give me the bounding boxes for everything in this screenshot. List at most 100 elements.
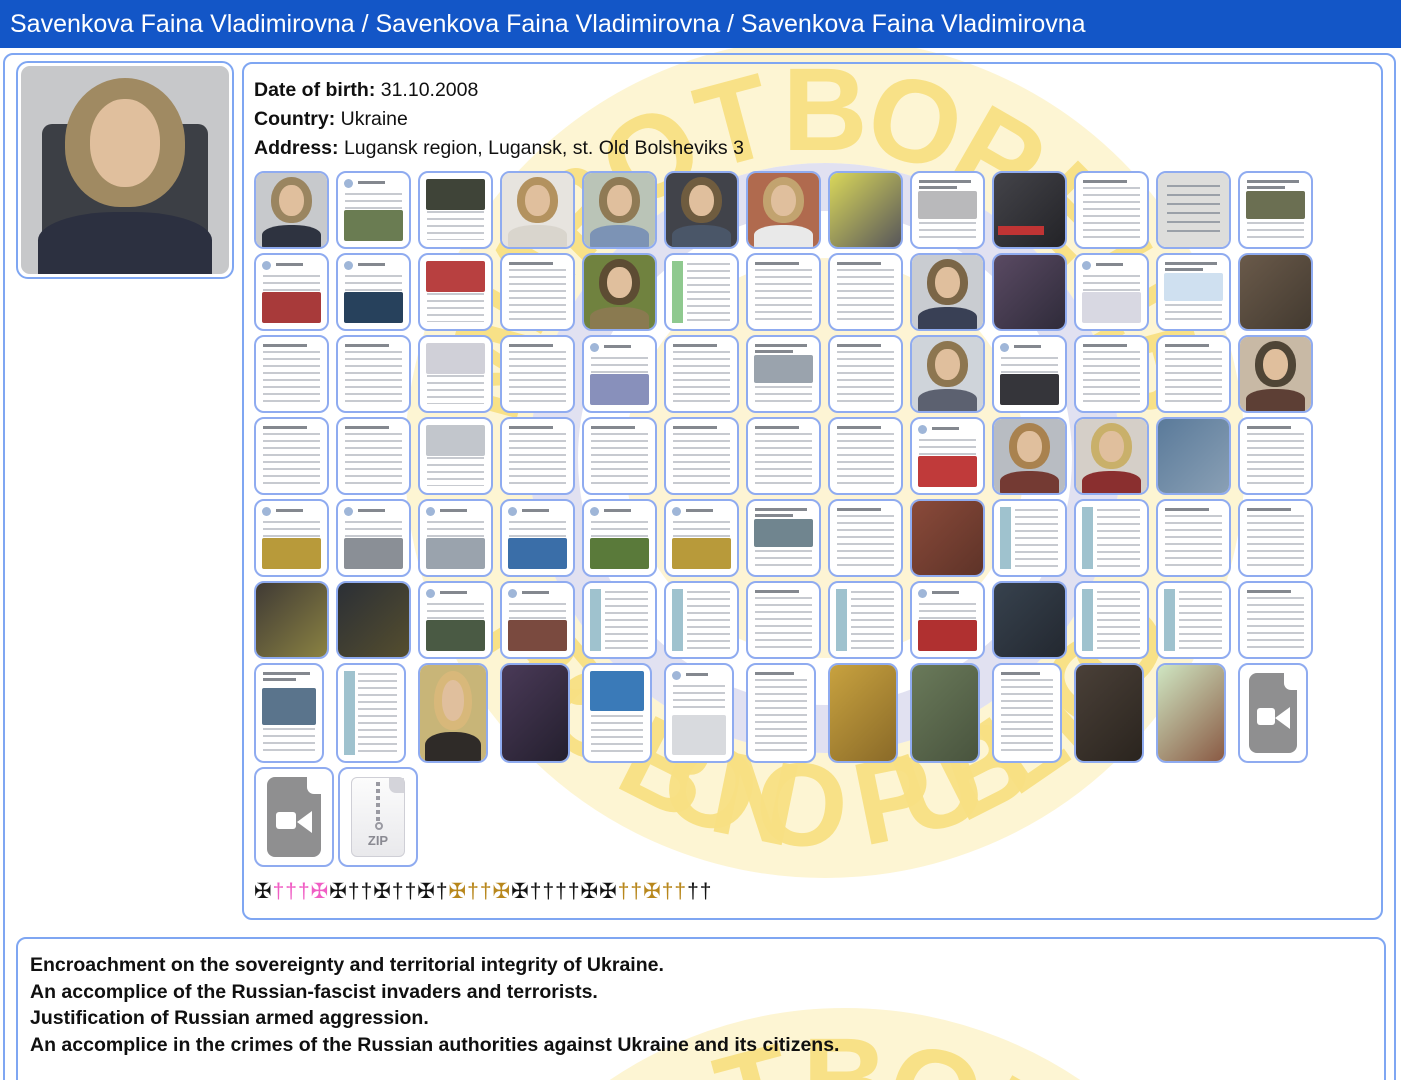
profile-photo[interactable] bbox=[16, 61, 234, 279]
evidence-thumbnail[interactable] bbox=[828, 253, 903, 331]
evidence-thumbnail[interactable] bbox=[1074, 581, 1149, 659]
evidence-thumbnail[interactable] bbox=[664, 417, 739, 495]
evidence-thumbnail[interactable] bbox=[1238, 171, 1313, 249]
evidence-thumbnail[interactable] bbox=[1156, 171, 1231, 249]
evidence-thumbnail[interactable] bbox=[1238, 253, 1313, 331]
evidence-thumbnail[interactable] bbox=[500, 663, 570, 763]
evidence-thumbnail[interactable] bbox=[992, 171, 1067, 249]
evidence-thumbnail[interactable] bbox=[910, 499, 985, 577]
evidence-thumbnail[interactable] bbox=[1156, 253, 1231, 331]
evidence-thumbnail[interactable] bbox=[1238, 335, 1313, 413]
evidence-thumbnail[interactable] bbox=[254, 417, 329, 495]
evidence-thumbnail[interactable] bbox=[992, 335, 1067, 413]
evidence-thumbnail[interactable] bbox=[582, 335, 657, 413]
evidence-thumbnail[interactable] bbox=[992, 663, 1062, 763]
evidence-thumbnail[interactable] bbox=[418, 171, 493, 249]
evidence-thumbnail[interactable] bbox=[828, 171, 903, 249]
evidence-thumbnail[interactable] bbox=[1238, 581, 1313, 659]
evidence-thumbnail[interactable] bbox=[500, 417, 575, 495]
dagger-symbol: † bbox=[630, 880, 643, 903]
evidence-thumbnail[interactable] bbox=[254, 171, 329, 249]
evidence-thumbnail[interactable] bbox=[992, 499, 1067, 577]
evidence-thumbnail[interactable] bbox=[828, 581, 903, 659]
evidence-thumbnail[interactable] bbox=[664, 581, 739, 659]
evidence-thumbnail[interactable] bbox=[664, 499, 739, 577]
video-file-thumbnail[interactable] bbox=[254, 767, 334, 867]
evidence-thumbnail[interactable] bbox=[910, 663, 980, 763]
evidence-thumbnail[interactable] bbox=[336, 417, 411, 495]
evidence-thumbnail[interactable] bbox=[1156, 581, 1231, 659]
evidence-thumbnail[interactable] bbox=[418, 335, 493, 413]
evidence-thumbnail[interactable] bbox=[500, 581, 575, 659]
evidence-thumbnail[interactable] bbox=[582, 417, 657, 495]
evidence-thumbnail[interactable] bbox=[828, 663, 898, 763]
evidence-thumbnail[interactable] bbox=[1156, 417, 1231, 495]
evidence-thumbnail[interactable] bbox=[1074, 499, 1149, 577]
evidence-thumbnail[interactable] bbox=[1074, 335, 1149, 413]
evidence-thumbnail[interactable] bbox=[500, 253, 575, 331]
evidence-thumbnail[interactable] bbox=[828, 417, 903, 495]
evidence-thumbnail[interactable] bbox=[1238, 499, 1313, 577]
evidence-thumbnail[interactable] bbox=[1156, 499, 1231, 577]
evidence-thumbnail[interactable] bbox=[500, 499, 575, 577]
evidence-thumbnail[interactable] bbox=[746, 663, 816, 763]
evidence-thumbnail[interactable] bbox=[664, 171, 739, 249]
evidence-thumbnail[interactable] bbox=[336, 171, 411, 249]
evidence-thumbnail[interactable] bbox=[336, 335, 411, 413]
evidence-thumbnail[interactable] bbox=[336, 663, 406, 763]
evidence-thumbnail[interactable] bbox=[254, 581, 329, 659]
evidence-thumbnail[interactable] bbox=[664, 335, 739, 413]
evidence-thumbnail[interactable] bbox=[418, 499, 493, 577]
evidence-thumbnail[interactable] bbox=[992, 581, 1067, 659]
evidence-thumbnail[interactable] bbox=[992, 417, 1067, 495]
dagger-symbol: † bbox=[273, 880, 286, 903]
evidence-thumbnail[interactable] bbox=[336, 581, 411, 659]
evidence-thumbnail[interactable] bbox=[582, 171, 657, 249]
evidence-thumbnail[interactable] bbox=[336, 499, 411, 577]
evidence-thumbnail[interactable] bbox=[1074, 253, 1149, 331]
evidence-thumbnail[interactable] bbox=[664, 253, 739, 331]
evidence-thumbnail[interactable] bbox=[1074, 417, 1149, 495]
evidence-thumbnail[interactable] bbox=[992, 253, 1067, 331]
evidence-thumbnail[interactable] bbox=[418, 417, 493, 495]
evidence-thumbnail[interactable] bbox=[746, 335, 821, 413]
evidence-thumbnail[interactable] bbox=[910, 417, 985, 495]
field-label: Date of birth: bbox=[254, 79, 375, 101]
evidence-thumbnail[interactable] bbox=[582, 581, 657, 659]
evidence-thumbnail[interactable] bbox=[746, 253, 821, 331]
evidence-thumbnail[interactable] bbox=[254, 253, 329, 331]
zip-file-thumbnail[interactable]: ZIP bbox=[338, 767, 418, 867]
evidence-thumbnail[interactable] bbox=[1238, 417, 1313, 495]
evidence-thumbnail[interactable] bbox=[910, 335, 985, 413]
profile-field: Country: Ukraine bbox=[254, 105, 1371, 134]
evidence-thumbnail[interactable] bbox=[254, 663, 324, 763]
evidence-thumbnail[interactable] bbox=[746, 581, 821, 659]
evidence-thumbnail[interactable] bbox=[418, 663, 488, 763]
evidence-thumbnail[interactable] bbox=[500, 171, 575, 249]
evidence-thumbnail[interactable] bbox=[336, 253, 411, 331]
video-file-thumbnail[interactable] bbox=[1238, 663, 1308, 763]
maltese-cross-symbol: ✠ bbox=[417, 880, 436, 903]
evidence-thumbnail[interactable] bbox=[910, 581, 985, 659]
evidence-thumbnail[interactable] bbox=[1156, 663, 1226, 763]
evidence-thumbnail[interactable] bbox=[1074, 663, 1144, 763]
evidence-thumbnail[interactable] bbox=[828, 335, 903, 413]
evidence-thumbnail[interactable] bbox=[582, 499, 657, 577]
evidence-thumbnail[interactable] bbox=[664, 663, 734, 763]
evidence-thumbnail[interactable] bbox=[582, 663, 652, 763]
evidence-thumbnail[interactable] bbox=[418, 581, 493, 659]
evidence-thumbnail[interactable] bbox=[910, 253, 985, 331]
evidence-thumbnail[interactable] bbox=[910, 171, 985, 249]
evidence-thumbnail[interactable] bbox=[828, 499, 903, 577]
evidence-thumbnail[interactable] bbox=[500, 335, 575, 413]
evidence-thumbnail[interactable] bbox=[582, 253, 657, 331]
evidence-thumbnail[interactable] bbox=[746, 417, 821, 495]
evidence-thumbnail[interactable] bbox=[254, 335, 329, 413]
field-label: Country: bbox=[254, 108, 335, 130]
evidence-thumbnail[interactable] bbox=[746, 171, 821, 249]
evidence-thumbnail[interactable] bbox=[1074, 171, 1149, 249]
evidence-thumbnail[interactable] bbox=[1156, 335, 1231, 413]
evidence-thumbnail[interactable] bbox=[746, 499, 821, 577]
evidence-thumbnail[interactable] bbox=[254, 499, 329, 577]
evidence-thumbnail[interactable] bbox=[418, 253, 493, 331]
